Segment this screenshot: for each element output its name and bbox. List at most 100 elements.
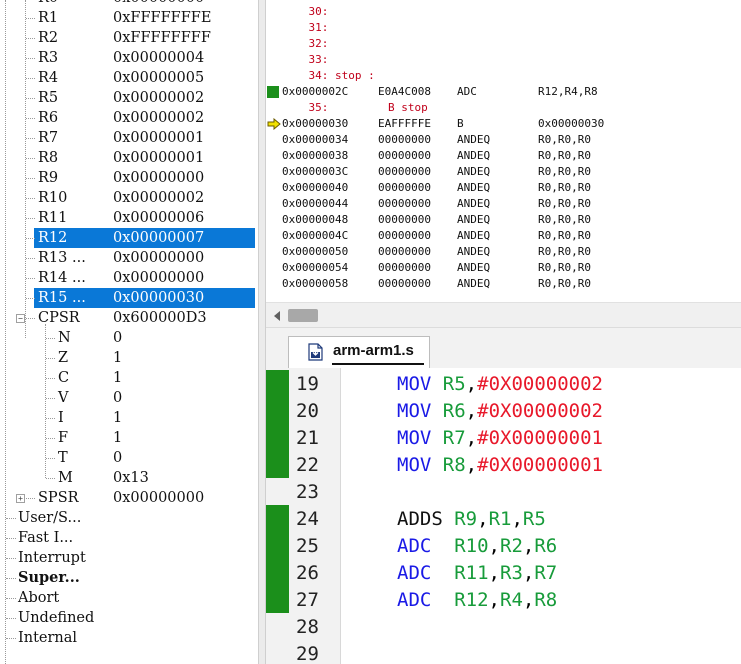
register-row-r11[interactable]: R11 0x00000006 (0, 208, 255, 228)
register-row-r2[interactable]: R2 0xFFFFFFFF (0, 28, 255, 48)
source-line[interactable]: 34: stop : (266, 68, 741, 84)
line-number: 27 (296, 589, 319, 611)
instruction-line[interactable]: 0x00000030 EAFFFFFE B 0x00000030 (266, 116, 741, 132)
register-row-r10[interactable]: R10 0x00000002 (0, 188, 255, 208)
source-line[interactable]: 30: (266, 4, 741, 20)
tree-connector (6, 618, 16, 619)
executed-marker-icon (267, 86, 279, 98)
editor-line-25[interactable]: 25 ADC R10,R2,R6 (266, 532, 741, 559)
register-name: R7 (38, 130, 59, 146)
source-line[interactable]: 31: (266, 20, 741, 36)
register-name: R2 (38, 30, 59, 46)
instr-code: 00000000 (378, 277, 431, 290)
code-editor[interactable]: 19 MOV R5,#0X00000002 20 MOV R6,#0X00000002… (266, 368, 741, 664)
register-row-r13[interactable]: R13 ... 0x00000000 (0, 248, 255, 268)
instruction-line[interactable]: 0x00000038 00000000 ANDEQ R0,R0,R0 (266, 148, 741, 164)
editor-line-26[interactable]: 26 ADC R11,R3,R7 (266, 559, 741, 586)
editor-line-23[interactable]: 23 (266, 478, 741, 505)
instruction-line[interactable]: 0x00000034 00000000 ANDEQ R0,R0,R0 (266, 132, 741, 148)
pane-splitter[interactable] (258, 0, 266, 664)
register-row-cpsr[interactable]: − CPSR 0x600000D3 (0, 308, 255, 328)
cpsr-flag-n[interactable]: N0 (0, 328, 255, 348)
editor-line-21[interactable]: 21 MOV R7,#0X00000001 (266, 424, 741, 451)
instr-mnem: ANDEQ (457, 245, 491, 258)
code-text: ADC R12,R4,R8 (397, 589, 558, 611)
source-text: 32: (282, 37, 329, 50)
instr-code: 00000000 (378, 165, 431, 178)
cpsr-flag-c[interactable]: C1 (0, 368, 255, 388)
source-line[interactable]: 35: B stop (266, 100, 741, 116)
instruction-line[interactable]: 0x00000058 00000000 ANDEQ R0,R0,R0 (266, 276, 741, 292)
instr-ops: R0,R0,R0 (538, 133, 591, 146)
cpsr-flag-i[interactable]: I1 (0, 408, 255, 428)
flag-value: 0 (113, 390, 123, 406)
source-text: 31: (282, 21, 329, 34)
tree-connector (46, 358, 55, 359)
register-row-r0[interactable]: R0 0x00000000 (0, 0, 255, 8)
register-row-r4[interactable]: R4 0x00000005 (0, 68, 255, 88)
register-row-r15[interactable]: R15 ... 0x00000030 (0, 288, 255, 308)
instr-addr: 0x00000048 (282, 213, 349, 226)
instruction-line[interactable]: 0x00000040 00000000 ANDEQ R0,R0,R0 (266, 180, 741, 196)
register-row-r3[interactable]: R3 0x00000004 (0, 48, 255, 68)
register-row-r7[interactable]: R7 0x00000001 (0, 128, 255, 148)
instr-addr: 0x0000004C (282, 229, 349, 242)
cpsr-flag-f[interactable]: F1 (0, 428, 255, 448)
flag-name: N (58, 330, 71, 346)
cpsr-flag-m[interactable]: M 0x13 (0, 468, 255, 488)
disassembly-hscrollbar[interactable] (266, 302, 741, 328)
expand-toggle-icon[interactable]: + (16, 494, 25, 503)
register-row-r12[interactable]: R12 0x00000007 (0, 228, 255, 248)
register-value: 0x00000000 (113, 270, 205, 286)
instruction-line[interactable]: 0x0000003C 00000000 ANDEQ R0,R0,R0 (266, 164, 741, 180)
execution-coverage-bar (266, 559, 289, 586)
register-name: R15 ... (38, 290, 86, 306)
scrollbar-thumb[interactable] (288, 309, 318, 322)
register-name: R5 (38, 90, 59, 106)
instr-ops: 0x00000030 (538, 117, 605, 130)
instruction-line[interactable]: 0x00000054 00000000 ANDEQ R0,R0,R0 (266, 260, 741, 276)
register-row-r9[interactable]: R9 0x00000000 (0, 168, 255, 188)
tree-connector (46, 418, 55, 419)
register-operand: R2 (500, 535, 523, 557)
instr-mnem: ANDEQ (457, 133, 491, 146)
editor-line-20[interactable]: 20 MOV R6,#0X00000002 (266, 397, 741, 424)
register-row-r8[interactable]: R8 0x00000001 (0, 148, 255, 168)
register-value: 0x00000004 (113, 50, 205, 66)
tab-arm-arm1-s[interactable]: arm-arm1.s (288, 336, 430, 369)
instr-code: 00000000 (378, 149, 431, 162)
register-operand: R5 (442, 373, 466, 395)
tree-connector (26, 318, 35, 319)
register-operand: R8 (442, 454, 466, 476)
editor-line-22[interactable]: 22 MOV R8,#0X00000001 (266, 451, 741, 478)
register-row-r1[interactable]: R1 0xFFFFFFFE (0, 8, 255, 28)
editor-line-28[interactable]: 28 (266, 613, 741, 640)
source-line[interactable]: 33: (266, 52, 741, 68)
flag-name: V (58, 390, 69, 406)
cpsr-flag-v[interactable]: V0 (0, 388, 255, 408)
source-line[interactable]: 32: (266, 36, 741, 52)
tab-active-underline (332, 363, 424, 365)
collapse-toggle-icon[interactable]: − (16, 314, 25, 323)
register-row-r5[interactable]: R5 0x00000002 (0, 88, 255, 108)
instruction-line[interactable]: 0x00000048 00000000 ANDEQ R0,R0,R0 (266, 212, 741, 228)
instruction-line[interactable]: 0x00000050 00000000 ANDEQ R0,R0,R0 (266, 244, 741, 260)
tree-connector (26, 38, 35, 39)
editor-line-24[interactable]: 24 ADDS R9,R1,R5 (266, 505, 741, 532)
editor-line-29[interactable]: 29 (266, 640, 741, 664)
instruction-mnemonic: ADDS (397, 508, 443, 530)
cpsr-flag-z[interactable]: Z1 (0, 348, 255, 368)
editor-line-27[interactable]: 27 ADC R12,R4,R8 (266, 586, 741, 613)
cpsr-flag-t[interactable]: T0 (0, 448, 255, 468)
flag-value: 0x13 (113, 470, 149, 486)
instruction-line[interactable]: 0x0000002C E0A4C008 ADC R12,R4,R8 (266, 84, 741, 100)
instruction-line[interactable]: 0x0000004C 00000000 ANDEQ R0,R0,R0 (266, 228, 741, 244)
instruction-mnemonic: ADC (397, 562, 432, 584)
register-row-r14[interactable]: R14 ... 0x00000000 (0, 268, 255, 288)
instruction-line[interactable]: 0x00000044 00000000 ANDEQ R0,R0,R0 (266, 196, 741, 212)
register-row-spsr[interactable]: + SPSR 0x00000000 (0, 488, 255, 508)
instr-mnem: B (457, 117, 464, 130)
editor-line-19[interactable]: 19 MOV R5,#0X00000002 (266, 370, 741, 397)
scroll-left-arrow-icon[interactable] (274, 311, 280, 321)
register-row-r6[interactable]: R6 0x00000002 (0, 108, 255, 128)
